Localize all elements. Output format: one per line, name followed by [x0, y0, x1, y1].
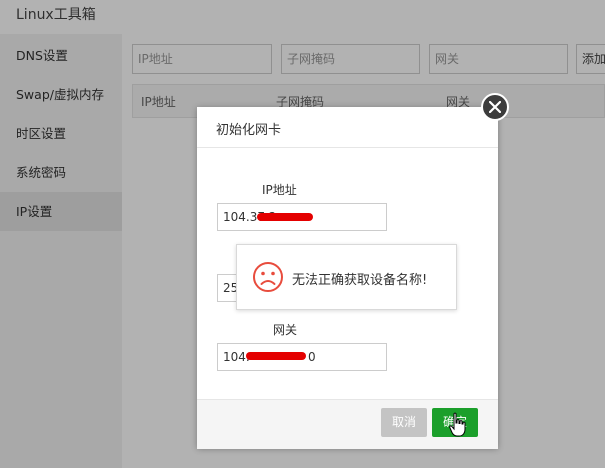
ip-field-label: IP地址	[262, 183, 297, 197]
toast-message: 无法正确获取设备名称!	[292, 273, 428, 288]
app-window: Linux工具箱 DNS设置 Swap/虚拟内存 时区设置 系统密码 IP设置 …	[0, 0, 605, 468]
redaction-mark	[246, 352, 306, 360]
dialog-title: 初始化网卡	[216, 123, 282, 138]
error-toast: 无法正确获取设备名称!	[236, 244, 457, 310]
close-icon[interactable]	[481, 93, 509, 121]
gateway-field-label: 网关	[273, 323, 298, 337]
hand-cursor-icon	[449, 412, 466, 437]
redaction-mark	[257, 213, 313, 221]
dialog-header: 初始化网卡	[197, 107, 498, 148]
sad-face-icon	[253, 262, 283, 292]
gateway-field-value-tail: 0	[308, 350, 316, 364]
cancel-button[interactable]: 取消	[381, 408, 427, 437]
